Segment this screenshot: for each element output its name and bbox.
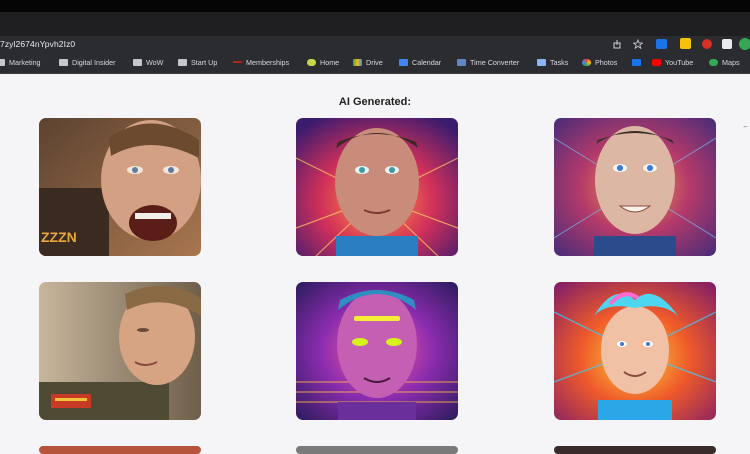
folder-icon xyxy=(133,59,142,66)
ai-image-8-partial[interactable] xyxy=(296,446,458,454)
bookmark-start-up[interactable]: Start Up xyxy=(178,57,217,69)
bookmark-youtube[interactable]: YouTube xyxy=(652,57,693,69)
folder-icon xyxy=(178,59,187,66)
meet-icon xyxy=(632,59,641,66)
photos-icon xyxy=(582,59,591,66)
ai-image-3[interactable] xyxy=(554,118,716,256)
extension-icon[interactable] xyxy=(656,39,667,49)
portrait-image xyxy=(554,118,716,256)
page-content: AI Generated: ZZZN ⌐ xyxy=(0,74,750,454)
portrait-image xyxy=(39,282,201,420)
ai-image-6[interactable] xyxy=(554,282,716,420)
tasks-icon xyxy=(537,59,546,66)
puzzle-icon[interactable] xyxy=(722,39,732,49)
memberships-icon xyxy=(233,61,242,63)
time-converter-icon xyxy=(457,59,466,66)
notes-extension-icon[interactable] xyxy=(680,38,691,49)
bookmark-tasks[interactable]: Tasks xyxy=(537,57,568,69)
bookmark-marketing[interactable]: Marketing xyxy=(0,57,41,69)
folder-icon xyxy=(59,59,68,66)
folder-icon xyxy=(0,59,5,66)
ai-image-1[interactable]: ZZZN xyxy=(39,118,201,256)
scroll-indicator-icon: ⌐ xyxy=(743,122,748,131)
bookmark-star-icon[interactable] xyxy=(633,39,643,49)
svg-text:ZZZN: ZZZN xyxy=(41,229,77,245)
maps-icon xyxy=(709,59,718,66)
portrait-image xyxy=(296,282,458,420)
page-title: AI Generated: xyxy=(338,96,412,108)
bookmark-memberships[interactable]: Memberships xyxy=(233,57,289,69)
ai-image-7-partial[interactable] xyxy=(39,446,201,454)
home-icon xyxy=(307,59,316,66)
ai-image-2[interactable] xyxy=(296,118,458,256)
browser-toolbar: 7zyl2674nYpvh2Iz0 xyxy=(0,36,750,53)
red-extension-icon[interactable] xyxy=(702,39,712,49)
bookmark-home[interactable]: Home xyxy=(307,57,339,69)
tab-strip xyxy=(0,12,750,36)
bookmarks-bar: Marketing Digital Insider WoW Start Up M… xyxy=(0,53,750,74)
drive-icon xyxy=(353,59,362,66)
calendar-icon xyxy=(399,59,408,66)
window-top-bar xyxy=(0,0,750,12)
bookmark-time-converter[interactable]: Time Converter xyxy=(457,57,519,69)
bookmark-wow[interactable]: WoW xyxy=(133,57,163,69)
profile-avatar[interactable] xyxy=(739,38,750,50)
ai-image-9-partial[interactable] xyxy=(554,446,716,454)
bookmark-digital-insider[interactable]: Digital Insider xyxy=(59,57,116,69)
bookmark-maps[interactable]: Maps xyxy=(709,57,740,69)
portrait-image xyxy=(554,282,716,420)
bookmark-drive[interactable]: Drive xyxy=(353,57,383,69)
share-icon[interactable] xyxy=(612,39,622,49)
bookmark-meet[interactable] xyxy=(632,57,645,69)
portrait-image: ZZZN xyxy=(39,118,201,256)
bookmark-calendar[interactable]: Calendar xyxy=(399,57,441,69)
youtube-icon xyxy=(652,59,661,66)
bookmark-photos[interactable]: Photos xyxy=(582,57,617,69)
ai-image-4[interactable] xyxy=(39,282,201,420)
ai-image-5[interactable] xyxy=(296,282,458,420)
address-bar-url[interactable]: 7zyl2674nYpvh2Iz0 xyxy=(0,38,75,51)
portrait-image xyxy=(296,118,458,256)
